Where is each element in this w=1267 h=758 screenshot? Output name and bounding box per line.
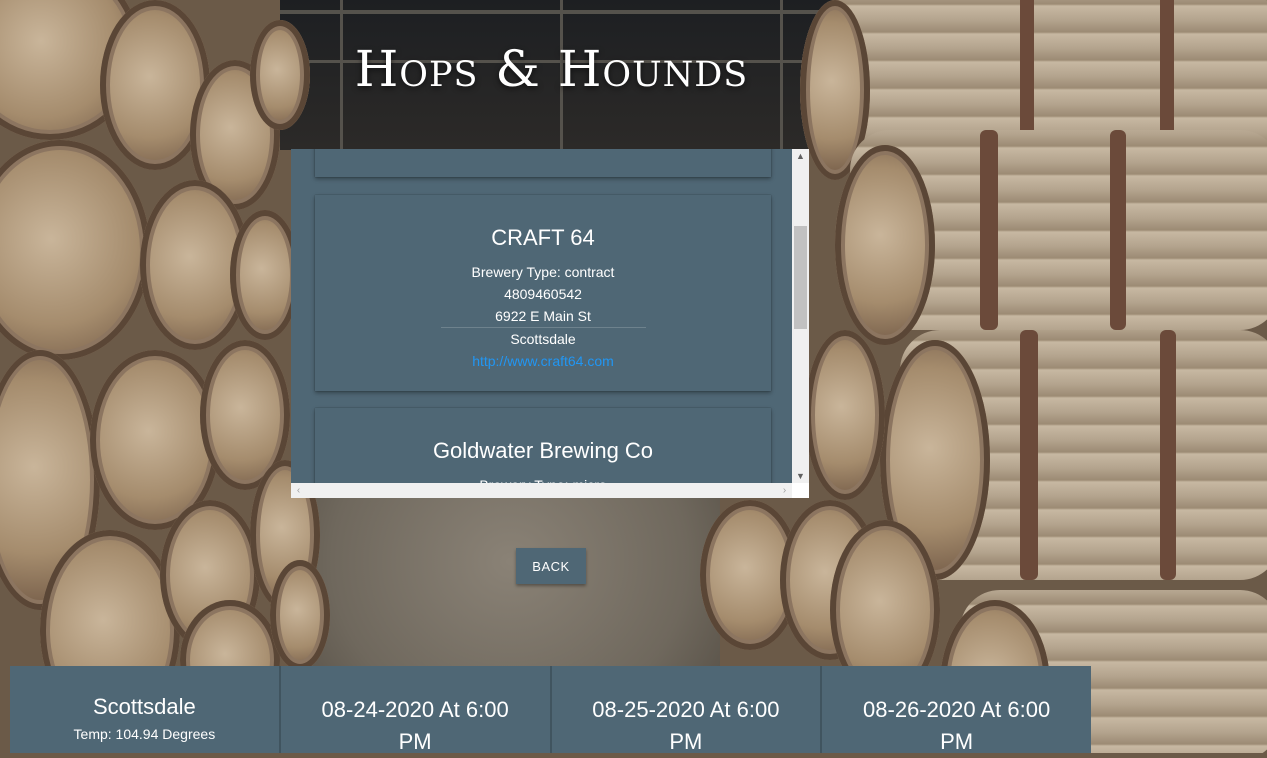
brewery-list-panel[interactable]: CRAFT 64 Brewery Type: contract 48094605… xyxy=(291,149,809,498)
scroll-down-arrow-icon[interactable]: ▼ xyxy=(792,469,809,483)
brewery-street: 6922 E Main St xyxy=(495,308,591,324)
scroll-up-arrow-icon[interactable]: ▲ xyxy=(792,149,809,163)
weather-city: Scottsdale xyxy=(93,694,196,719)
forecast-card: 08-24-2020 At 6:00 PM xyxy=(280,666,552,754)
brewery-type: Brewery Type: micro xyxy=(315,474,771,483)
brewery-name: CRAFT 64 xyxy=(491,225,595,250)
forecast-card: 08-26-2020 At 6:00 PM xyxy=(822,666,1091,754)
brewery-card-partial xyxy=(315,149,771,177)
forecast-date: 08-25-2020 At 6:00 PM xyxy=(592,697,780,754)
scroll-right-arrow-icon[interactable]: › xyxy=(777,483,792,498)
weather-forecast: Scottsdale Temp: 104.94 Degrees 08-24-20… xyxy=(10,666,1091,754)
brewery-card: Goldwater Brewing Co Brewery Type: micro xyxy=(315,408,771,483)
scrollbar-thumb[interactable] xyxy=(794,226,807,329)
brewery-card: CRAFT 64 Brewery Type: contract 48094605… xyxy=(315,195,771,391)
brewery-type: Brewery Type: contract xyxy=(471,264,615,280)
weather-temp: Temp: 104.94 Degrees xyxy=(73,726,216,742)
vertical-scrollbar[interactable]: ▲ ▼ xyxy=(792,149,809,483)
brewery-list: CRAFT 64 Brewery Type: contract 48094605… xyxy=(291,149,792,483)
current-weather-card: Scottsdale Temp: 104.94 Degrees xyxy=(10,666,281,753)
horizontal-scrollbar[interactable]: ‹ › xyxy=(291,483,792,498)
forecast-date: 08-24-2020 At 6:00 PM xyxy=(321,697,509,754)
brewery-website-link[interactable]: http://www.craft64.com xyxy=(315,350,771,372)
forecast-card: 08-25-2020 At 6:00 PM xyxy=(551,666,823,754)
brewery-name: Goldwater Brewing Co xyxy=(432,438,654,463)
brewery-city: Scottsdale xyxy=(510,331,576,347)
forecast-date: 08-26-2020 At 6:00 PM xyxy=(863,697,1051,754)
brewery-phone: 4809460542 xyxy=(504,286,582,302)
site-title: Hops & Hounds xyxy=(354,40,749,98)
scroll-left-arrow-icon[interactable]: ‹ xyxy=(291,483,306,498)
back-button[interactable]: BACK xyxy=(516,548,586,584)
